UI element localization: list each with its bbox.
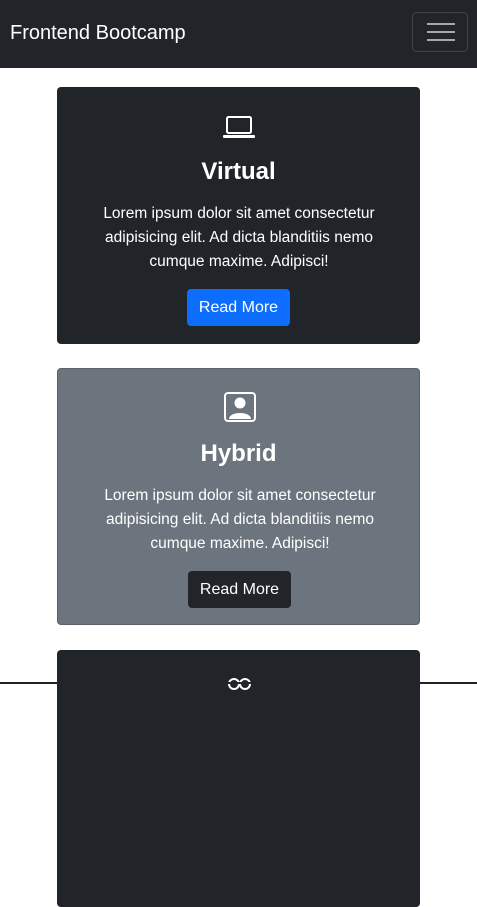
- card-title: Virtual: [201, 158, 276, 185]
- card-title: Hybrid: [200, 440, 277, 467]
- card-third: [57, 650, 420, 907]
- card-hybrid: Hybrid Lorem ipsum dolor sit amet consec…: [57, 368, 420, 625]
- card-text: Lorem ipsum dolor sit amet consectetur a…: [103, 205, 375, 270]
- navbar: Frontend Bootcamp: [0, 0, 477, 68]
- navbar-toggler-button[interactable]: [412, 12, 468, 52]
- read-more-button[interactable]: Read More: [187, 289, 290, 326]
- person-square-icon: [224, 392, 256, 422]
- laptop-icon: [223, 116, 255, 138]
- hamburger-menu-icon: [427, 23, 455, 41]
- navbar-brand[interactable]: Frontend Bootcamp: [10, 21, 186, 45]
- card-virtual: Virtual Lorem ipsum dolor sit amet conse…: [57, 87, 420, 344]
- read-more-button[interactable]: Read More: [188, 571, 291, 608]
- people-icon: [228, 678, 251, 690]
- card-text: Lorem ipsum dolor sit amet consectetur a…: [104, 487, 376, 552]
